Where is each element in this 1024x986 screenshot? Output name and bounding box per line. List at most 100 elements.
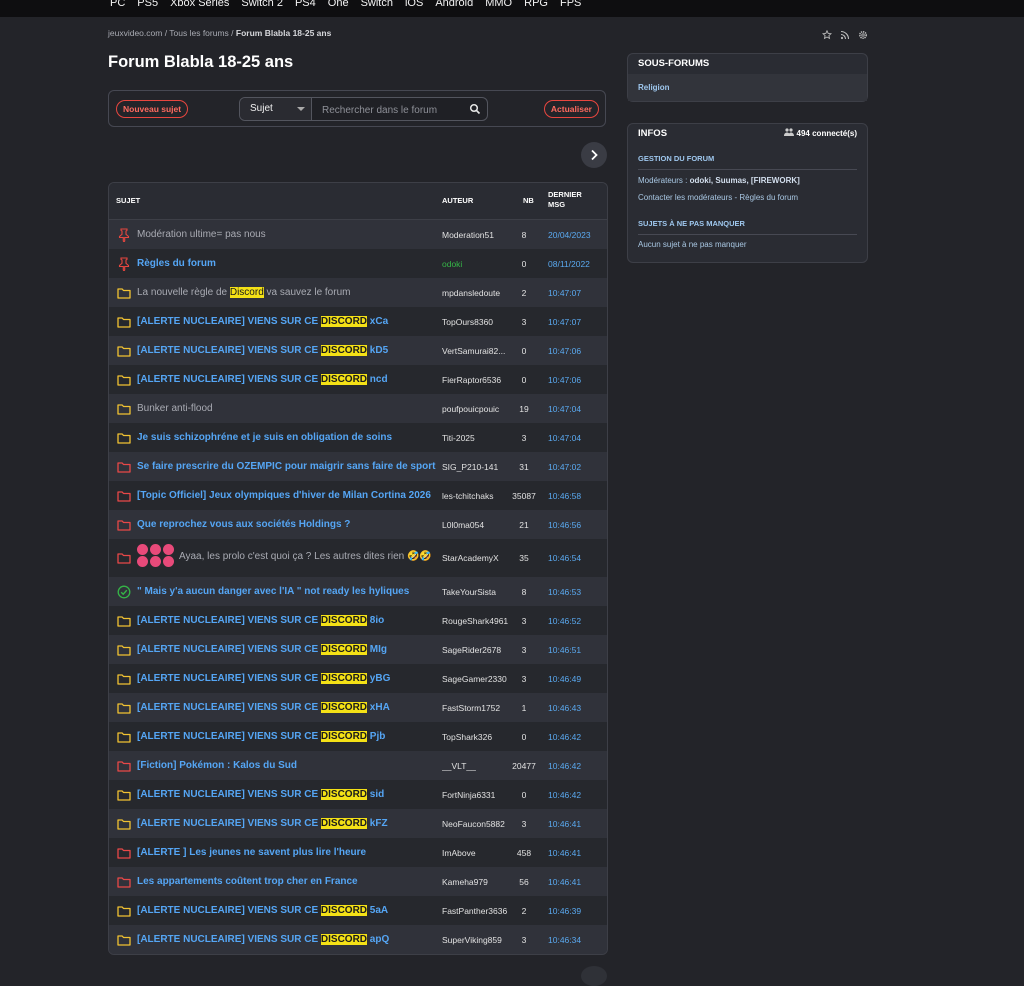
moderators-list[interactable]: odoki, Suumas, [FIREWORK]: [690, 176, 800, 185]
topic-author[interactable]: SIG_P210-141: [442, 462, 516, 472]
topic-title[interactable]: [ALERTE NUCLEAIRE] VIENS SUR CE DISCORD …: [137, 373, 437, 386]
topic-author[interactable]: mpdansledoute: [442, 288, 516, 298]
topic-title[interactable]: Que reprochez vous aux sociétés Holdings…: [137, 519, 437, 531]
topic-author[interactable]: Moderation51: [442, 230, 516, 240]
new-topic-button[interactable]: Nouveau sujet: [116, 100, 189, 118]
topic-title[interactable]: [Fiction] Pokémon : Kalos du Sud: [137, 760, 437, 772]
topic-title[interactable]: Je suis schizophréne et je suis en oblig…: [137, 432, 437, 444]
top-nav-item[interactable]: PC: [110, 0, 125, 9]
topic-title[interactable]: Ayaa, les prolo c'est quoi ça ? Les autr…: [137, 544, 437, 570]
table-row[interactable]: [Topic Officiel] Jeux olympiques d'hiver…: [109, 481, 607, 510]
gear-icon[interactable]: [858, 27, 868, 40]
topic-title[interactable]: [ALERTE NUCLEAIRE] VIENS SUR CE DISCORD …: [137, 643, 437, 656]
topic-author[interactable]: poufpouicpouic: [442, 404, 516, 414]
topic-title[interactable]: Modération ultime= pas nous: [137, 229, 437, 241]
rules-link[interactable]: Règles du forum: [739, 193, 798, 202]
top-nav-item[interactable]: PS5: [137, 0, 158, 9]
topic-title[interactable]: [ALERTE NUCLEAIRE] VIENS SUR CE DISCORD …: [137, 701, 437, 714]
topic-last-message[interactable]: 10:46:34: [548, 935, 581, 945]
topic-last-message[interactable]: 10:47:06: [548, 375, 581, 385]
table-row[interactable]: [ALERTE NUCLEAIRE] VIENS SUR CE DISCORD …: [109, 722, 607, 751]
topic-title[interactable]: [ALERTE NUCLEAIRE] VIENS SUR CE DISCORD …: [137, 672, 437, 685]
topic-title[interactable]: [ALERTE NUCLEAIRE] VIENS SUR CE DISCORD …: [137, 933, 437, 946]
topic-author[interactable]: TakeYourSista: [442, 587, 516, 597]
topic-last-message[interactable]: 10:47:02: [548, 462, 581, 472]
topic-author[interactable]: les-tchitchaks: [442, 491, 516, 501]
topic-last-message[interactable]: 10:46:49: [548, 674, 581, 684]
topic-title[interactable]: [ALERTE NUCLEAIRE] VIENS SUR CE DISCORD …: [137, 614, 437, 627]
topic-last-message[interactable]: 10:46:39: [548, 906, 581, 916]
table-row[interactable]: [ALERTE NUCLEAIRE] VIENS SUR CE DISCORD …: [109, 780, 607, 809]
table-row[interactable]: Je suis schizophréne et je suis en oblig…: [109, 423, 607, 452]
topic-author[interactable]: StarAcademyX: [442, 553, 516, 563]
topic-last-message[interactable]: 10:46:42: [548, 790, 581, 800]
table-row[interactable]: [ALERTE NUCLEAIRE] VIENS SUR CE DISCORD …: [109, 365, 607, 394]
next-page-button[interactable]: [581, 142, 607, 168]
topic-title[interactable]: Règles du forum: [137, 258, 437, 270]
topic-last-message[interactable]: 10:46:58: [548, 491, 581, 501]
top-nav-item[interactable]: Switch: [361, 0, 393, 9]
table-row[interactable]: [ALERTE NUCLEAIRE] VIENS SUR CE DISCORD …: [109, 336, 607, 365]
topic-title[interactable]: [ALERTE NUCLEAIRE] VIENS SUR CE DISCORD …: [137, 730, 437, 743]
topic-author[interactable]: FastStorm1752: [442, 703, 516, 713]
topic-last-message[interactable]: 20/04/2023: [548, 230, 591, 240]
pagination-button[interactable]: [581, 966, 607, 986]
topic-last-message[interactable]: 10:46:52: [548, 616, 581, 626]
topic-last-message[interactable]: 10:46:56: [548, 520, 581, 530]
topic-title[interactable]: [ALERTE NUCLEAIRE] VIENS SUR CE DISCORD …: [137, 817, 437, 830]
top-nav-item[interactable]: PS4: [295, 0, 316, 9]
search-type-select[interactable]: Sujet: [240, 98, 312, 120]
topic-author[interactable]: SageGamer2330: [442, 674, 516, 684]
topic-title[interactable]: [ALERTE NUCLEAIRE] VIENS SUR CE DISCORD …: [137, 904, 437, 917]
topic-author[interactable]: Kameha979: [442, 877, 516, 887]
topic-author[interactable]: TopShark326: [442, 732, 516, 742]
table-row[interactable]: [ALERTE NUCLEAIRE] VIENS SUR CE DISCORD …: [109, 635, 607, 664]
topic-author[interactable]: NeoFaucon5882: [442, 819, 516, 829]
topic-last-message[interactable]: 10:46:41: [548, 819, 581, 829]
topic-last-message[interactable]: 10:47:04: [548, 404, 581, 414]
top-nav-item[interactable]: MMO: [485, 0, 512, 9]
table-row[interactable]: [ALERTE NUCLEAIRE] VIENS SUR CE DISCORD …: [109, 896, 607, 925]
topic-last-message[interactable]: 10:46:41: [548, 848, 581, 858]
topic-author[interactable]: FastPanther3636: [442, 906, 516, 916]
table-row[interactable]: [ALERTE NUCLEAIRE] VIENS SUR CE DISCORD …: [109, 693, 607, 722]
topic-last-message[interactable]: 10:46:54: [548, 553, 581, 563]
star-icon[interactable]: [821, 27, 833, 40]
top-nav-item[interactable]: Switch 2: [241, 0, 283, 9]
table-row[interactable]: [ALERTE NUCLEAIRE] VIENS SUR CE DISCORD …: [109, 664, 607, 693]
topic-author[interactable]: FortNinja6331: [442, 790, 516, 800]
top-nav-item[interactable]: RPG: [524, 0, 548, 9]
topic-last-message[interactable]: 10:47:04: [548, 433, 581, 443]
topic-author[interactable]: __VLT__: [442, 761, 516, 771]
topic-last-message[interactable]: 10:46:53: [548, 587, 581, 597]
topic-last-message[interactable]: 10:46:51: [548, 645, 581, 655]
table-row[interactable]: Modération ultime= pas nous Moderation51 8…: [109, 220, 607, 249]
table-row[interactable]: [ALERTE NUCLEAIRE] VIENS SUR CE DISCORD …: [109, 809, 607, 838]
table-row[interactable]: [Fiction] Pokémon : Kalos du Sud __VLT__ 2…: [109, 751, 607, 780]
topic-title[interactable]: [ALERTE NUCLEAIRE] VIENS SUR CE DISCORD …: [137, 788, 437, 801]
table-row[interactable]: La nouvelle règle de Discord va sauvez l…: [109, 278, 607, 307]
table-row[interactable]: Les appartements coûtent trop cher en Fr…: [109, 867, 607, 896]
table-row[interactable]: Bunker anti-flood poufpouicpouic 19 10:47:0…: [109, 394, 607, 423]
top-nav-item[interactable]: One: [328, 0, 349, 9]
topic-last-message[interactable]: 10:47:06: [548, 346, 581, 356]
table-row[interactable]: Ayaa, les prolo c'est quoi ça ? Les autr…: [109, 539, 607, 577]
topic-title[interactable]: Se faire prescrire du OZEMPIC pour maigr…: [137, 461, 437, 473]
top-nav-item[interactable]: iOS: [405, 0, 423, 9]
top-nav-item[interactable]: Xbox Series: [170, 0, 229, 9]
topic-author[interactable]: FierRaptor6536: [442, 375, 516, 385]
topic-author[interactable]: odoki: [442, 259, 516, 269]
topic-title[interactable]: La nouvelle règle de Discord va sauvez l…: [137, 286, 437, 299]
rss-icon[interactable]: [840, 27, 850, 40]
topic-title[interactable]: Les appartements coûtent trop cher en Fr…: [137, 876, 437, 888]
table-row[interactable]: [ALERTE ] Les jeunes ne savent plus lire…: [109, 838, 607, 867]
topic-author[interactable]: RougeShark4961: [442, 616, 516, 626]
breadcrumb-all-forums[interactable]: Tous les forums: [169, 28, 229, 38]
topic-last-message[interactable]: 10:46:42: [548, 761, 581, 771]
table-row[interactable]: [ALERTE NUCLEAIRE] VIENS SUR CE DISCORD …: [109, 307, 607, 336]
topic-author[interactable]: ImAbove: [442, 848, 516, 858]
table-row[interactable]: [ALERTE NUCLEAIRE] VIENS SUR CE DISCORD …: [109, 925, 607, 954]
topic-author[interactable]: L0l0ma054: [442, 520, 516, 530]
table-row[interactable]: Règles du forum odoki 0 08/11/2022: [109, 249, 607, 278]
top-nav-item[interactable]: FPS: [560, 0, 581, 9]
